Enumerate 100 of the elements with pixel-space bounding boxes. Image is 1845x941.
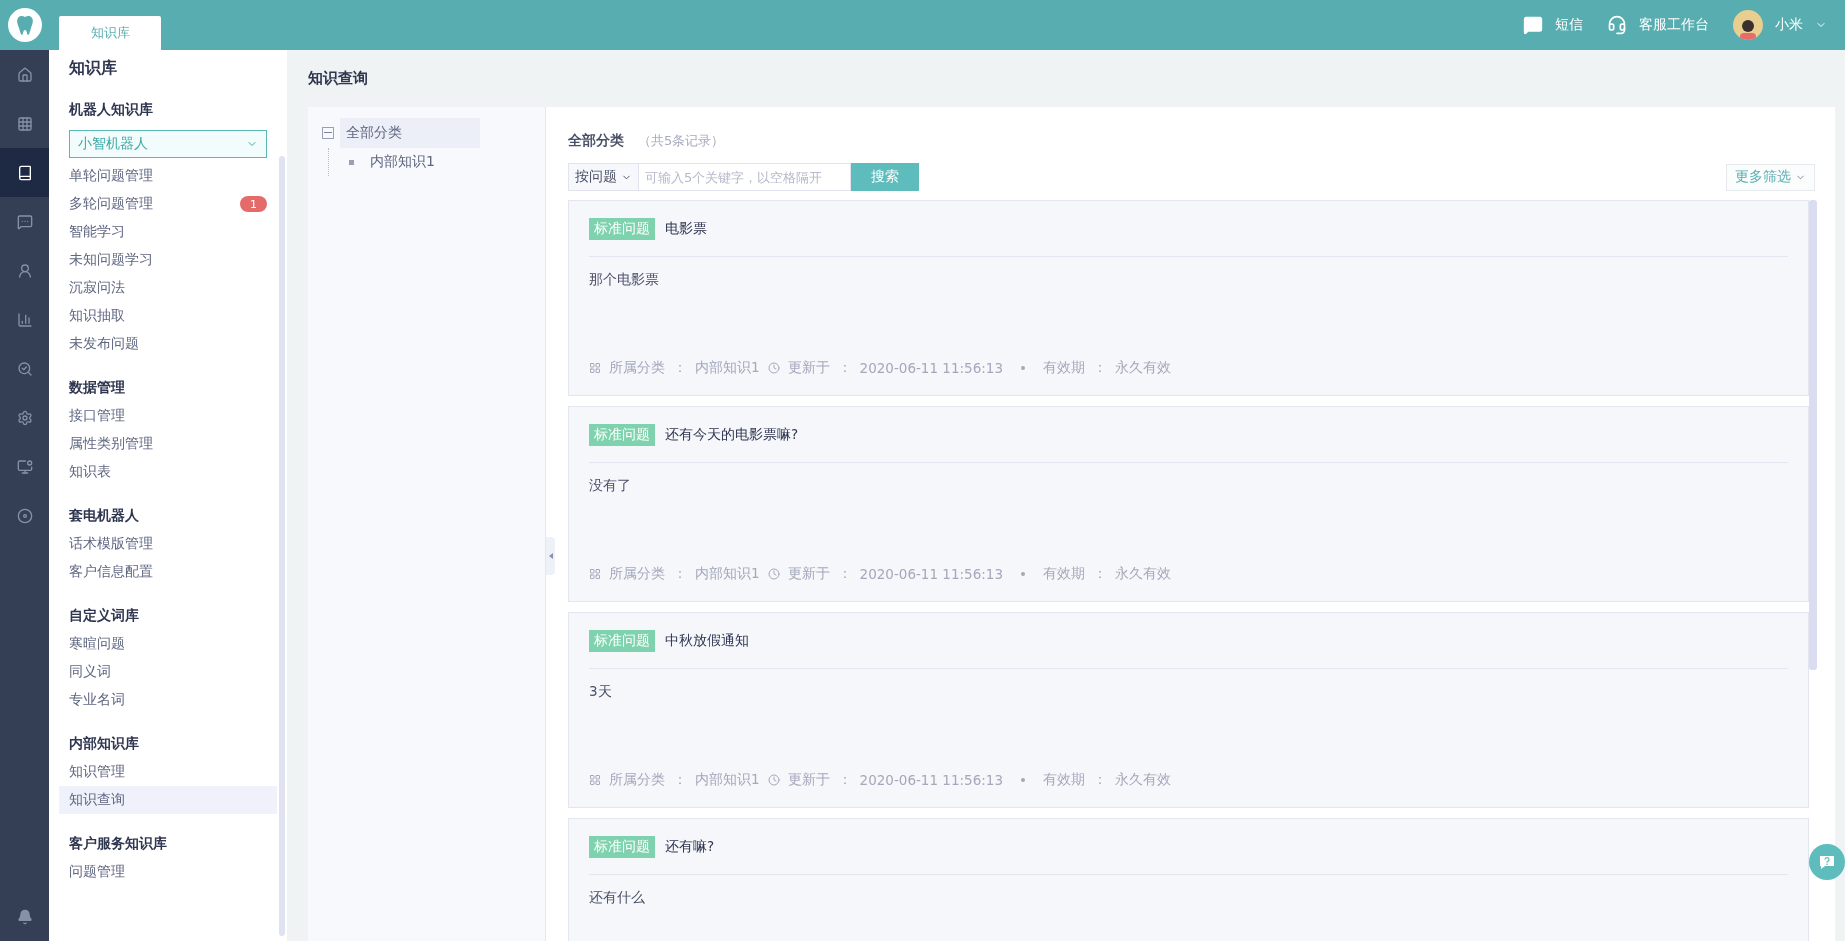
- disc-icon: [16, 507, 33, 524]
- monitor-chart-icon: [16, 458, 33, 475]
- sidebar-item[interactable]: 沉寂问法: [59, 274, 277, 302]
- meta-colon: ：: [837, 565, 852, 583]
- sidebar-item-label: 知识管理: [69, 763, 125, 781]
- question-card[interactable]: 标准问题 还有嘛? 还有什么: [568, 818, 1809, 941]
- clock-icon: [767, 774, 780, 786]
- collapse-toggle[interactable]: [322, 127, 334, 139]
- dot-separator: [1021, 778, 1025, 782]
- tree-node[interactable]: 内部知识1: [364, 147, 504, 177]
- message-icon[interactable]: [1523, 15, 1543, 35]
- home-icon: [16, 66, 33, 83]
- sidebar-item-label: 单轮问题管理: [69, 167, 153, 185]
- sidebar-item[interactable]: 问题管理: [59, 858, 277, 886]
- question-card[interactable]: 标准问题 电影票 那个电影票 所属分类 ： 内部知识1 更新于 ： 2020-06-11 11:56:13 有效期 ： 永久有效: [568, 200, 1809, 396]
- sidebar-item-label: 话术模版管理: [69, 535, 153, 553]
- meta-value: 2020-06-11 11:56:13: [859, 772, 1003, 788]
- sidebar-item[interactable]: 属性类别管理: [59, 430, 277, 458]
- user-icon: [16, 262, 33, 279]
- record-count: （共5条记录）: [638, 132, 725, 150]
- meta-colon: ：: [673, 359, 687, 377]
- meta-value: 2020-06-11 11:56:13: [859, 360, 1003, 376]
- meta-colon: ：: [673, 771, 687, 789]
- sidebar-item[interactable]: 客户信息配置: [59, 558, 277, 586]
- question-text: 还有嘛?: [665, 837, 715, 856]
- sidebar-item[interactable]: 同义词: [59, 658, 277, 686]
- meta-value: 2020-06-11 11:56:13: [859, 566, 1003, 582]
- answer-text: 3天: [589, 682, 613, 701]
- sidebar-item[interactable]: 多轮问题管理 1: [59, 190, 277, 218]
- minus-icon: [324, 132, 332, 134]
- meta-value: 永久有效: [1115, 771, 1171, 789]
- list-title: 全部分类: [568, 132, 624, 150]
- meta-value: 内部知识1: [695, 771, 760, 789]
- section-heading: 内部知识库: [68, 734, 140, 753]
- question-card[interactable]: 标准问题 还有今天的电影票嘛? 没有了 所属分类 ： 内部知识1 更新于 ： 2020-06-11 11:56:13 有效期 ： 永久有效: [568, 406, 1809, 602]
- clock-icon: [767, 568, 780, 580]
- headset-icon[interactable]: [1607, 15, 1627, 35]
- sidebar-item-label: 同义词: [69, 663, 111, 681]
- meta-value: 内部知识1: [695, 565, 760, 583]
- section-heading: 数据管理: [68, 378, 126, 397]
- sidebar-item[interactable]: 知识表: [59, 458, 277, 486]
- sidebar-item[interactable]: 知识管理: [59, 758, 277, 786]
- search-mode-select[interactable]: 按问题: [568, 163, 639, 191]
- sidebar-item[interactable]: 寒暄问题: [59, 630, 277, 658]
- bar-chart-icon: [16, 311, 33, 328]
- question-card[interactable]: 标准问题 中秋放假通知 3天 所属分类 ： 内部知识1 更新于 ： 2020-06-11 11:56:13 有效期 ： 永久有效: [568, 612, 1809, 808]
- help-chat-icon: [1819, 854, 1835, 870]
- answer-text: 还有什么: [589, 888, 646, 907]
- sidebar-item[interactable]: 未发布问题: [59, 330, 277, 358]
- rail-item[interactable]: [0, 148, 49, 197]
- meta-label: 有效期: [1043, 771, 1085, 789]
- avatar[interactable]: [1733, 10, 1763, 40]
- category-icon: [589, 568, 601, 580]
- meta-label: 更新于: [787, 359, 830, 377]
- search-field[interactable]: 可输入5个关键字，以空格隔开: [639, 163, 851, 191]
- chat-icon: [16, 213, 33, 230]
- category-icon: [589, 362, 601, 374]
- sidebar-item[interactable]: 话术模版管理: [59, 530, 277, 558]
- meta-value: 内部知识1: [695, 359, 760, 377]
- meta-colon: ：: [837, 771, 852, 789]
- scrollbar[interactable]: [1809, 200, 1817, 670]
- meta-colon: ：: [837, 359, 852, 377]
- question-tag: 标准问题: [589, 217, 655, 240]
- meta-value: 永久有效: [1115, 359, 1171, 377]
- sidebar-item[interactable]: 接口管理: [59, 402, 277, 430]
- collapse-handle[interactable]: [546, 537, 555, 575]
- meta-label: 所属分类: [609, 565, 665, 583]
- sidebar-item-label: 智能学习: [69, 223, 125, 241]
- sidebar-item-label: 未发布问题: [69, 335, 139, 353]
- sidebar-item-label: 接口管理: [69, 407, 125, 425]
- category-icon: [589, 774, 601, 786]
- section-heading: 自定义词库: [68, 606, 140, 625]
- bell-icon: [16, 908, 33, 925]
- sidebar-item[interactable]: 智能学习: [59, 218, 277, 246]
- tree-node[interactable]: 全部分类: [340, 118, 480, 148]
- sidebar-item[interactable]: 专业名词: [59, 686, 277, 714]
- sidebar-title: 知识库: [68, 58, 118, 79]
- section-heading: 套电机器人: [68, 506, 140, 525]
- section-heading: 客户服务知识库: [68, 834, 168, 853]
- page-title: 知识查询: [308, 68, 369, 89]
- question-text: 中秋放假通知: [665, 631, 749, 650]
- sidebar-item[interactable]: 知识查询: [59, 786, 277, 814]
- sidebar-item-label: 知识表: [69, 463, 111, 481]
- meta-colon: ：: [1093, 565, 1107, 583]
- clock-icon: [767, 362, 780, 374]
- sidebar-item-label: 多轮问题管理: [69, 195, 153, 213]
- sidebar-item[interactable]: 知识抽取: [59, 302, 277, 330]
- sidebar-item[interactable]: 未知问题学习: [59, 246, 277, 274]
- bullet-icon: [349, 159, 354, 165]
- question-text: 电影票: [665, 219, 707, 238]
- meta-label: 更新于: [787, 565, 830, 583]
- meta-value: 永久有效: [1115, 565, 1171, 583]
- scrollbar[interactable]: [279, 156, 285, 936]
- sidebar-item-label: 知识查询: [69, 791, 125, 809]
- help-button[interactable]: [1809, 844, 1845, 880]
- dot-separator: [1021, 572, 1025, 576]
- grid-icon: [16, 115, 33, 132]
- section-heading: 机器人知识库: [68, 100, 154, 119]
- tooth-logo-icon: [15, 15, 34, 35]
- sidebar-item[interactable]: 单轮问题管理: [59, 162, 277, 190]
